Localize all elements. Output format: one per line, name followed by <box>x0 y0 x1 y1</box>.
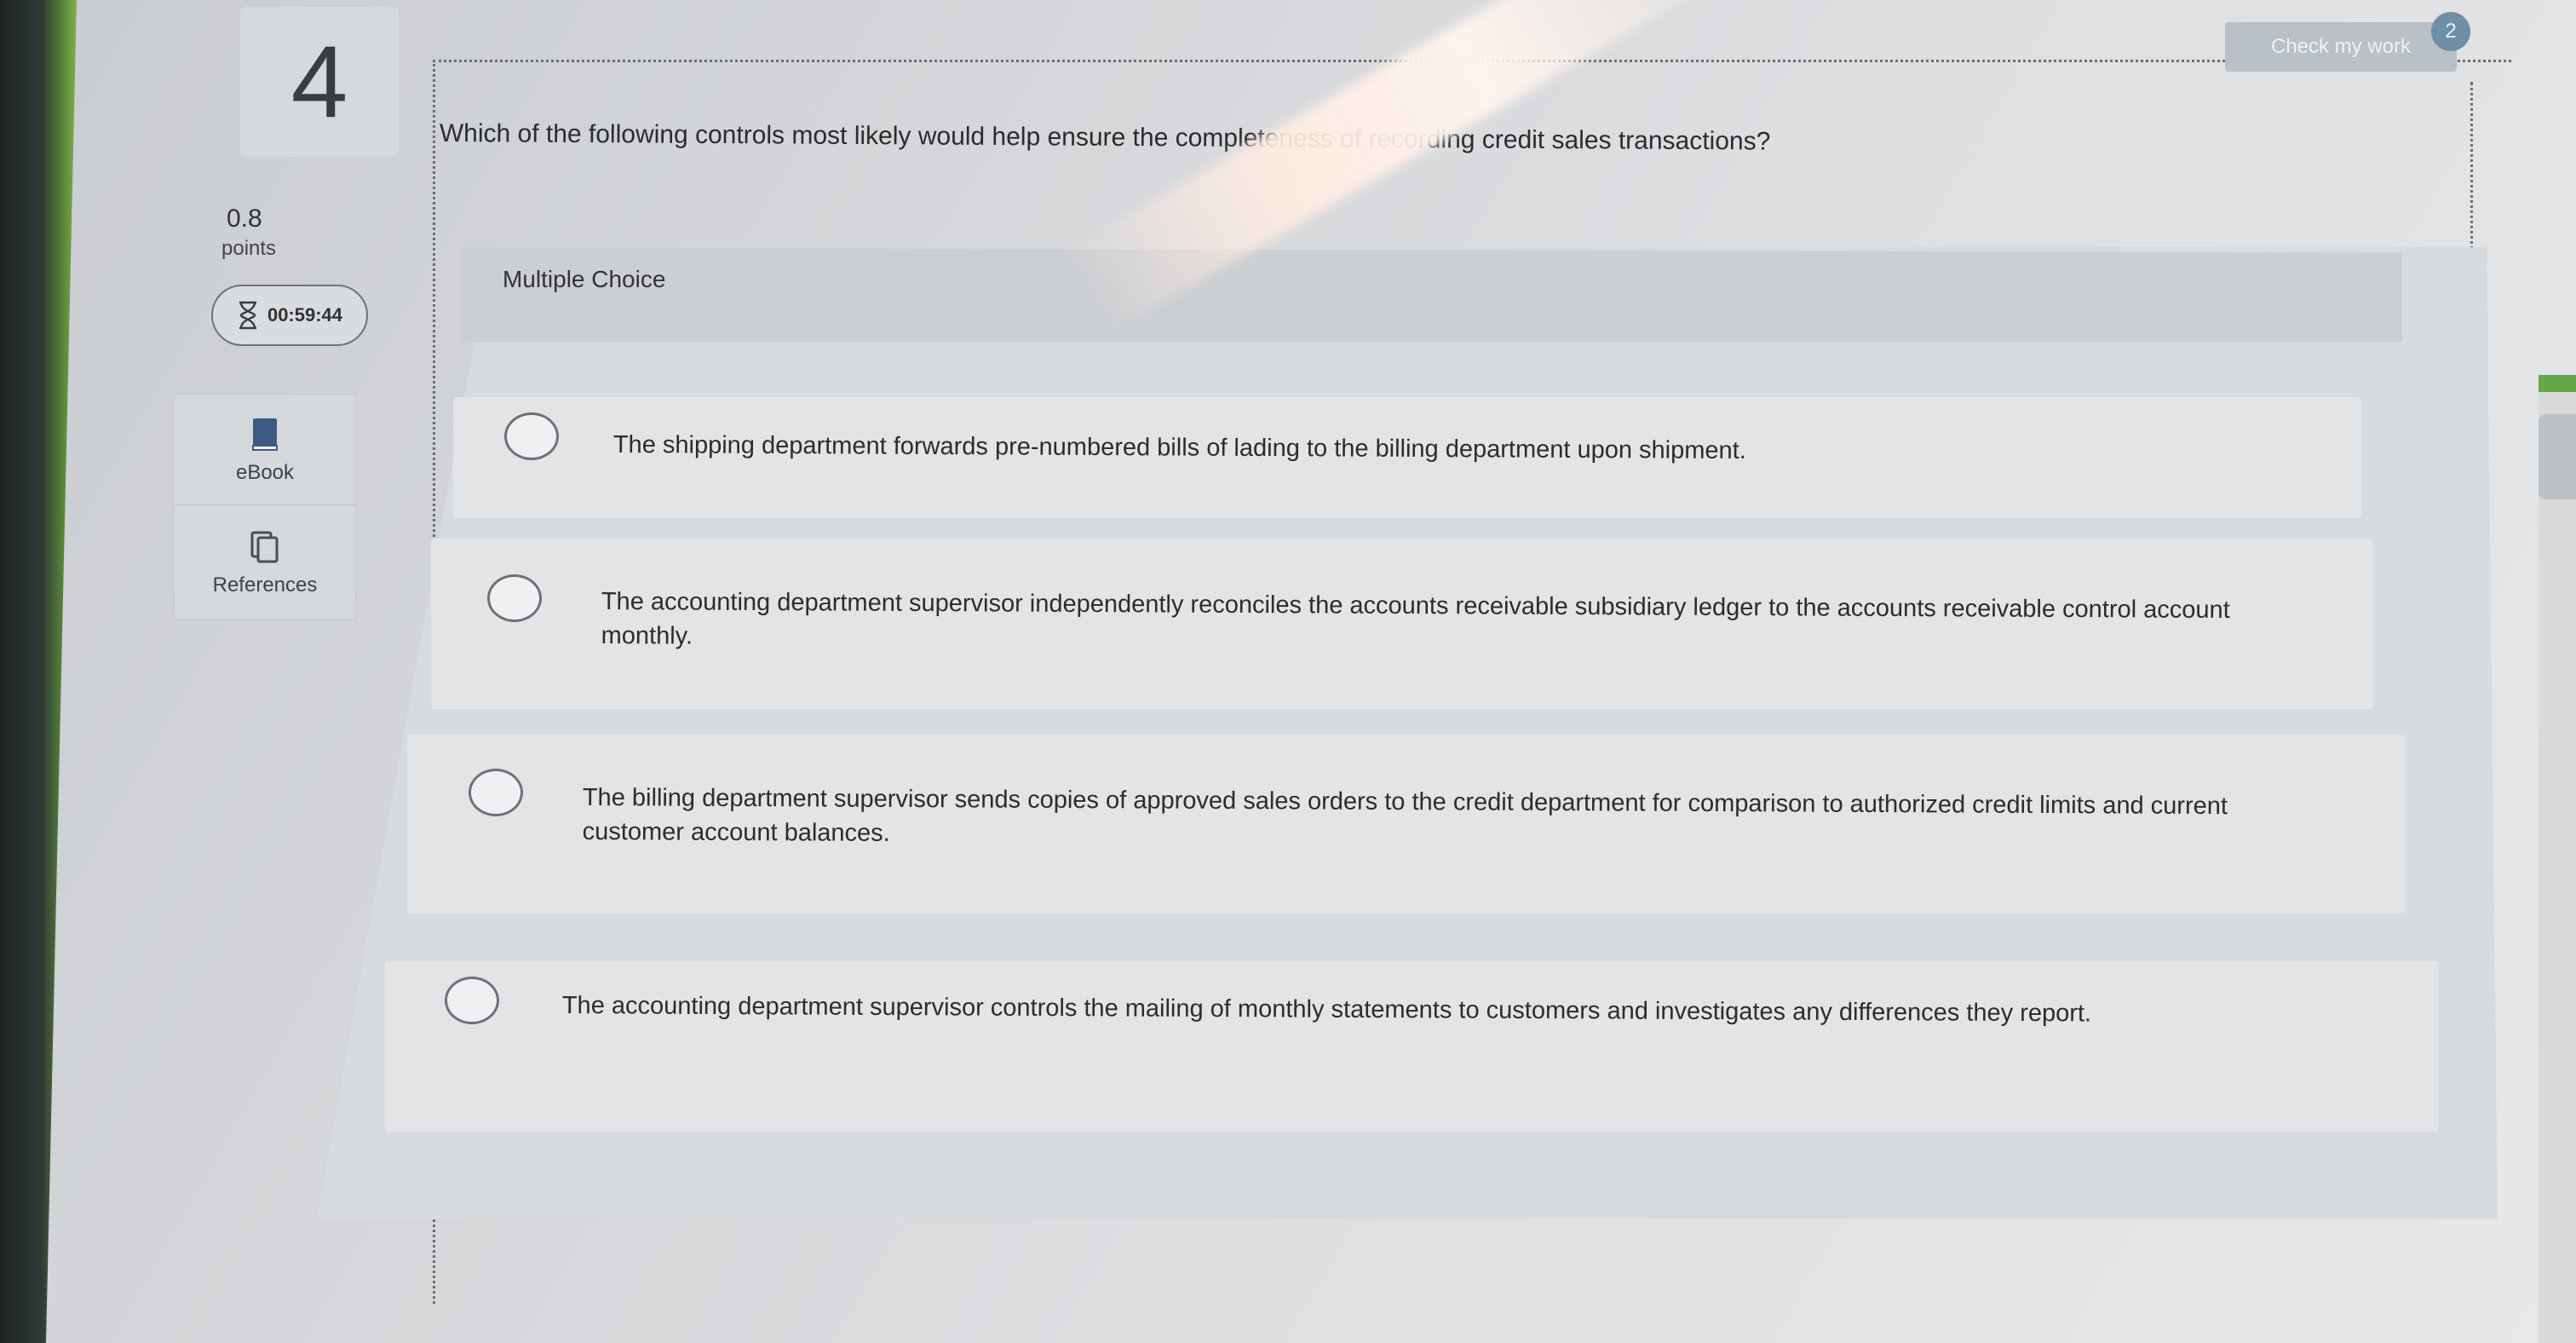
check-my-work-button[interactable]: Check my work <box>2225 22 2457 72</box>
references-label: References <box>212 574 318 597</box>
question-number: 4 <box>290 25 348 139</box>
answer-option-text: The accounting department supervisor con… <box>561 992 2092 1028</box>
points-value: 0.8 <box>227 205 262 233</box>
check-attempts-badge: 2 <box>2431 12 2470 51</box>
answer-option-text: The accounting department supervisor ind… <box>601 587 2230 650</box>
timer[interactable]: 00:59:44 <box>211 285 368 346</box>
ebook-button[interactable]: eBook <box>175 395 355 505</box>
radio-button[interactable] <box>487 574 542 622</box>
ebook-label: eBook <box>235 460 295 484</box>
answer-option-text: The shipping department forwards pre-num… <box>612 430 1746 464</box>
answer-type-label: Multiple Choice <box>503 266 666 292</box>
answer-option[interactable]: The accounting department supervisor con… <box>385 961 2438 1132</box>
answer-type-header <box>460 247 2402 343</box>
side-panel-tab[interactable] <box>2539 414 2576 499</box>
question-number-box: 4 <box>240 7 399 157</box>
screen-edge-right <box>2539 375 2576 1343</box>
side-tools: eBook References <box>174 394 356 620</box>
timer-text: 00:59:44 <box>267 304 343 326</box>
answer-option-text: The billing department supervisor sends … <box>582 783 2228 847</box>
points-label: points <box>221 237 277 260</box>
book-icon <box>252 418 278 451</box>
copy-icon <box>250 531 279 563</box>
answer-option[interactable]: The accounting department supervisor ind… <box>431 539 2373 709</box>
answer-option[interactable]: The billing department supervisor sends … <box>407 735 2406 914</box>
radio-button[interactable] <box>469 769 523 816</box>
hourglass-icon <box>239 301 256 330</box>
references-button[interactable]: References <box>175 507 355 618</box>
radio-button[interactable] <box>504 412 559 460</box>
screen-bezel-left <box>0 0 77 1343</box>
radio-button[interactable] <box>445 977 499 1024</box>
answer-option[interactable]: The shipping department forwards pre-num… <box>453 397 2361 518</box>
